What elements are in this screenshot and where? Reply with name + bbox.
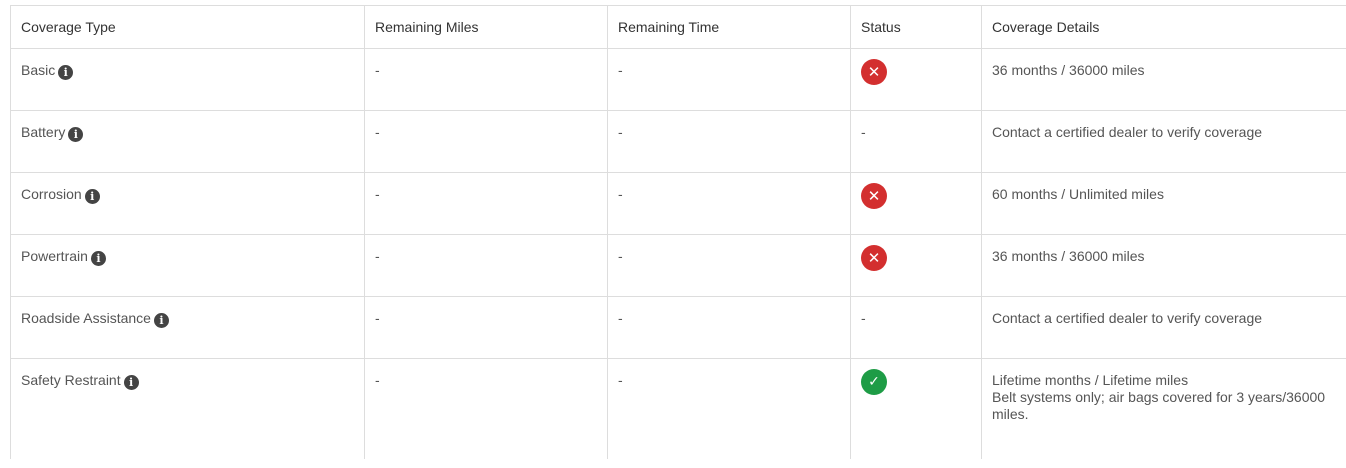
coverage-type-cell: Safety Restraint i [10,358,365,459]
coverage-detail-line: Contact a certified dealer to verify cov… [992,124,1263,140]
remaining-time-cell: - [607,110,851,173]
remaining-miles-cell: - [364,234,608,297]
coverage-type-label: Powertrain [21,248,88,264]
status-text: - [861,124,866,140]
coverage-type-cell: Basic i [10,48,365,111]
coverage-table: Coverage Type Remaining Miles Remaining … [10,5,1346,459]
remaining-time-cell: - [607,358,851,459]
remaining-time-cell: - [607,172,851,235]
table-row: Safety Restraint i - - ✓ Lifetime months / Li… [10,358,1346,459]
status-cell: - [850,110,982,173]
coverage-details-cell: Contact a certified dealer to verify cov… [981,110,1346,173]
coverage-type-label: Corrosion [21,186,82,202]
table-row: Basic i - - ✕ 36 months / 36000 miles [10,48,1346,111]
header-coverage-type: Coverage Type [10,5,365,49]
info-icon[interactable]: i [68,127,84,142]
coverage-table-body: Basic i - - ✕ 36 months / 36000 miles Battery i… [10,48,1346,459]
coverage-type-cell: Battery i [10,110,365,173]
x-circle-icon: ✕ [861,183,887,209]
status-cell: ✕ [850,172,982,235]
coverage-detail-line: Belt systems only; air bags covered for … [992,389,1326,422]
table-row: Corrosion i - - ✕ 60 months / Unlimited miles [10,172,1346,235]
coverage-detail-line: 60 months / Unlimited miles [992,186,1164,202]
info-icon[interactable]: i [90,251,106,266]
remaining-miles-cell: - [364,110,608,173]
header-coverage-details: Coverage Details [981,5,1346,49]
coverage-detail-line: Contact a certified dealer to verify cov… [992,310,1263,326]
coverage-detail-line: 36 months / 36000 miles [992,62,1145,78]
header-row: Coverage Type Remaining Miles Remaining … [10,5,1346,49]
remaining-miles-cell: - [364,48,608,111]
header-status: Status [850,5,982,49]
coverage-detail-line: Lifetime months / Lifetime miles [992,372,1189,388]
coverage-details-cell: 36 months / 36000 miles [981,234,1346,297]
coverage-type-label: Basic [21,62,56,78]
coverage-type-cell: Roadside Assistance i [10,296,365,359]
info-icon[interactable]: i [84,189,100,204]
remaining-time-cell: - [607,296,851,359]
info-icon[interactable]: i [58,65,74,80]
coverage-details-cell: 36 months / 36000 miles [981,48,1346,111]
status-cell: - [850,296,982,359]
x-circle-icon: ✕ [861,245,887,271]
coverage-table-header: Coverage Type Remaining Miles Remaining … [10,5,1346,49]
coverage-table-wrapper: Coverage Type Remaining Miles Remaining … [10,5,1346,459]
coverage-details-cell: Contact a certified dealer to verify cov… [981,296,1346,359]
remaining-miles-cell: - [364,296,608,359]
remaining-miles-cell: - [364,172,608,235]
coverage-type-label: Roadside Assistance [21,310,151,326]
remaining-miles-cell: - [364,358,608,459]
coverage-details-cell: Lifetime months / Lifetime miles Belt sys… [981,358,1346,459]
status-cell: ✕ [850,234,982,297]
coverage-type-label: Battery [21,124,66,140]
remaining-time-cell: - [607,234,851,297]
info-icon[interactable]: i [153,313,169,328]
status-cell: ✕ [850,48,982,111]
remaining-time-cell: - [607,48,851,111]
table-row: Roadside Assistance i - - - Contact a certifi… [10,296,1346,359]
table-row: Powertrain i - - ✕ 36 months / 36000 miles [10,234,1346,297]
coverage-type-label: Safety Restraint [21,372,121,388]
status-text: - [861,310,866,326]
coverage-type-cell: Corrosion i [10,172,365,235]
header-remaining-time: Remaining Time [607,5,851,49]
header-remaining-miles: Remaining Miles [364,5,608,49]
coverage-type-cell: Powertrain i [10,234,365,297]
check-circle-icon: ✓ [861,369,887,395]
x-circle-icon: ✕ [861,59,887,85]
info-icon[interactable]: i [123,375,139,390]
coverage-details-cell: 60 months / Unlimited miles [981,172,1346,235]
coverage-detail-line: 36 months / 36000 miles [992,248,1145,264]
status-cell: ✓ [850,358,982,459]
table-row: Battery i - - - Contact a certified dealer to… [10,110,1346,173]
